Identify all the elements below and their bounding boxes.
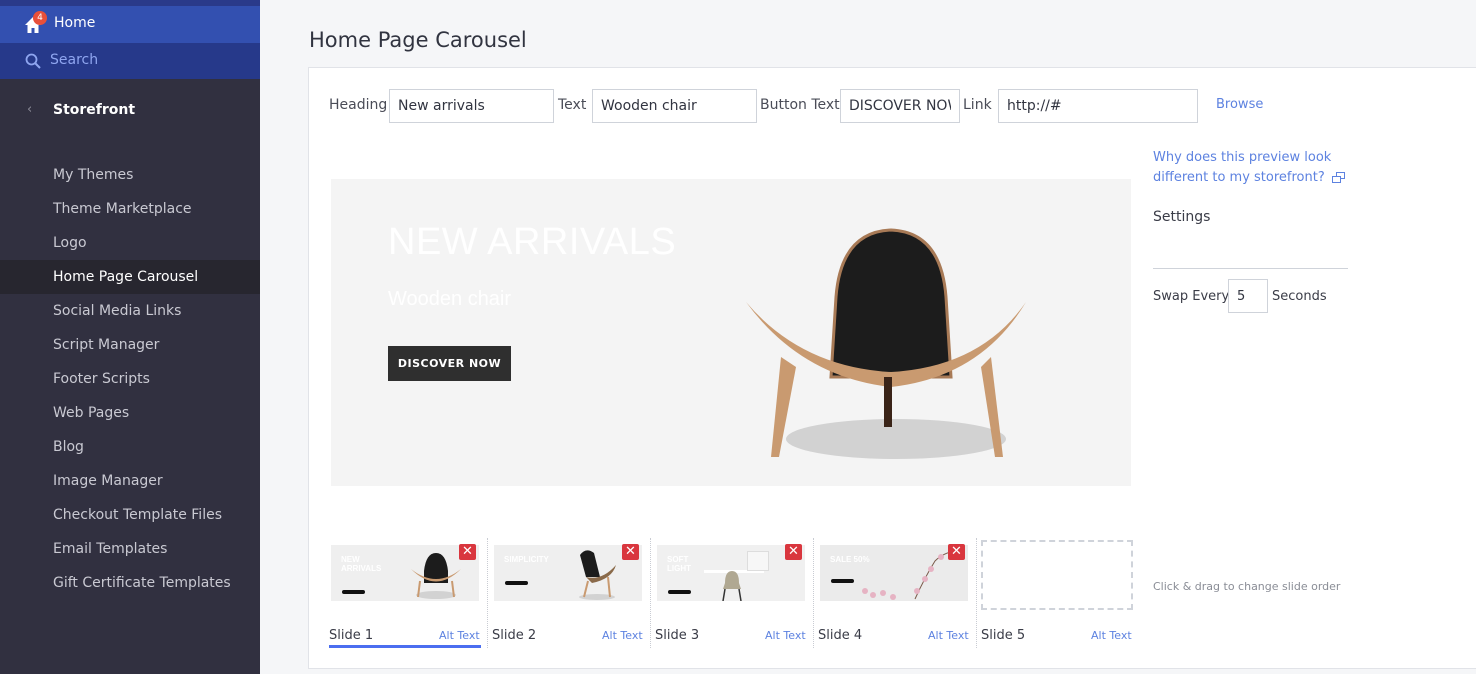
heading-input[interactable]: [389, 89, 554, 123]
remove-slide-button[interactable]: ✕: [622, 544, 639, 560]
carousel-preview: NEW ARRIVALS Wooden chair DISCOVER NOW: [331, 179, 1131, 486]
remove-slide-button[interactable]: ✕: [948, 544, 965, 560]
chair-image: [746, 228, 1026, 459]
alt-text-link[interactable]: Alt Text: [602, 629, 643, 642]
swap-every-label: Swap Every: [1153, 289, 1230, 304]
link-input[interactable]: [998, 89, 1198, 123]
slide-separator: [813, 538, 814, 648]
sidebar-item-social-media-links[interactable]: Social Media Links: [0, 294, 260, 328]
nav-search-label: Search: [50, 52, 99, 68]
thumb-title: SOFT LIGHT: [667, 555, 691, 573]
button-text-input[interactable]: [840, 89, 960, 123]
alt-text-link[interactable]: Alt Text: [928, 629, 969, 642]
nav-home-label: Home: [54, 15, 96, 31]
sidebar: 4 Home Search ‹ Storefront My Themes The…: [0, 0, 260, 674]
slide-label[interactable]: Slide 4: [818, 628, 862, 643]
preview-heading: NEW ARRIVALS: [388, 221, 677, 263]
slide-label[interactable]: Slide 1: [329, 628, 373, 643]
slide-thumbnail[interactable]: SIMPLICITY: [494, 545, 642, 601]
slide-label[interactable]: Slide 2: [492, 628, 536, 643]
preview-discover-button[interactable]: DISCOVER NOW: [388, 346, 511, 381]
slide-label[interactable]: Slide 3: [655, 628, 699, 643]
alt-text-link[interactable]: Alt Text: [1091, 629, 1132, 642]
slide-separator: [650, 538, 651, 648]
swap-interval-input[interactable]: [1228, 279, 1268, 313]
remove-slide-button[interactable]: ✕: [785, 544, 802, 560]
drag-hint: Click & drag to change slide order: [1153, 580, 1341, 593]
browse-link[interactable]: Browse: [1216, 97, 1263, 112]
external-link-icon: [1331, 171, 1346, 184]
preview-help-link[interactable]: Why does this preview look different to …: [1153, 148, 1353, 188]
sidebar-item-logo[interactable]: Logo: [0, 226, 260, 260]
link-label: Link: [963, 97, 992, 113]
preview-text: Wooden chair: [388, 288, 512, 310]
thumb-button: [668, 590, 691, 594]
slide-item[interactable]: SOFT LIGHT ✕ Slide 3 Alt Text: [655, 538, 820, 648]
sidebar-item-email-templates[interactable]: Email Templates: [0, 532, 260, 566]
sidebar-item-blog[interactable]: Blog: [0, 430, 260, 464]
nav-search[interactable]: Search: [0, 43, 260, 79]
sidebar-item-home-page-carousel[interactable]: Home Page Carousel: [0, 260, 260, 294]
slide-thumbnail[interactable]: SALE 50%: [820, 545, 968, 601]
notification-badge: 4: [33, 11, 47, 25]
alt-text-link[interactable]: Alt Text: [439, 629, 480, 642]
slide-label[interactable]: Slide 5: [981, 628, 1025, 643]
slide-thumbnail[interactable]: NEW ARRIVALS: [331, 545, 479, 601]
slide-thumbnail[interactable]: SOFT LIGHT: [657, 545, 805, 601]
slide-item[interactable]: SIMPLICITY ✕ Slide 2 Alt Text: [492, 538, 657, 648]
text-input[interactable]: [592, 89, 757, 123]
slide-separator: [487, 538, 488, 648]
storefront-back-button[interactable]: ‹ Storefront: [0, 96, 260, 126]
thumb-button: [342, 590, 365, 594]
alt-text-link[interactable]: Alt Text: [765, 629, 806, 642]
nav-home[interactable]: 4 Home: [0, 6, 260, 43]
sidebar-item-my-themes[interactable]: My Themes: [0, 158, 260, 192]
storefront-menu: My Themes Theme Marketplace Logo Home Pa…: [0, 158, 260, 600]
settings-title: Settings: [1153, 209, 1211, 225]
sidebar-item-web-pages[interactable]: Web Pages: [0, 396, 260, 430]
sidebar-item-theme-marketplace[interactable]: Theme Marketplace: [0, 192, 260, 226]
active-slide-indicator: [329, 645, 481, 648]
sidebar-item-gift-certificate-templates[interactable]: Gift Certificate Templates: [0, 566, 260, 600]
sidebar-item-image-manager[interactable]: Image Manager: [0, 464, 260, 498]
sidebar-item-checkout-template-files[interactable]: Checkout Template Files: [0, 498, 260, 532]
thumb-title: NEW ARRIVALS: [341, 555, 382, 573]
thumb-button: [831, 579, 854, 583]
remove-slide-button[interactable]: ✕: [459, 544, 476, 560]
chevron-left-icon: ‹: [27, 102, 33, 117]
slide-item[interactable]: SALE 50% ✕ Slide 4 Alt Text: [818, 538, 983, 648]
slide-item-empty[interactable]: Slide 5 Alt Text: [981, 538, 1133, 648]
section-title: Storefront: [53, 102, 136, 118]
slide-separator: [976, 538, 977, 648]
heading-label: Heading: [329, 97, 388, 113]
preview-help-text: Why does this preview look different to …: [1153, 150, 1332, 185]
sidebar-item-footer-scripts[interactable]: Footer Scripts: [0, 362, 260, 396]
sidebar-item-script-manager[interactable]: Script Manager: [0, 328, 260, 362]
seconds-label: Seconds: [1272, 289, 1327, 304]
thumb-button: [505, 581, 528, 585]
slide-item[interactable]: NEW ARRIVALS ✕ Slide 1 Alt Text: [329, 538, 494, 648]
text-label: Text: [558, 97, 587, 113]
thumb-title: SIMPLICITY: [504, 555, 549, 564]
page-title: Home Page Carousel: [309, 28, 527, 52]
button-text-label: Button Text: [760, 97, 840, 113]
settings-divider: [1153, 268, 1348, 269]
search-icon: [25, 53, 41, 69]
